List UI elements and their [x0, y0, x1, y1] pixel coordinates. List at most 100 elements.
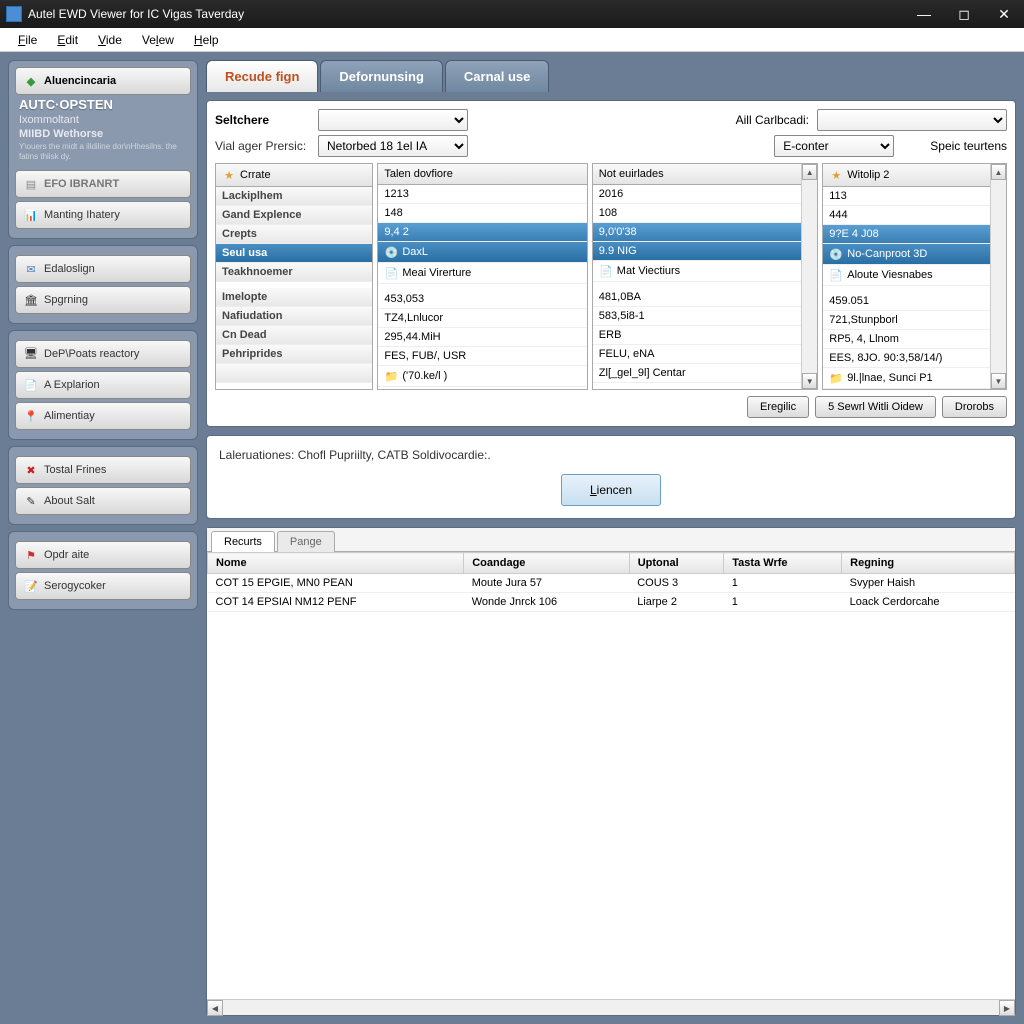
th-coandage[interactable]: Coandage: [464, 553, 629, 574]
monitor-icon: 🖥: [24, 347, 38, 361]
cell[interactable]: 148: [378, 204, 586, 223]
select-vial[interactable]: Netorbed 18 1el IA: [318, 135, 468, 157]
cell[interactable]: 108: [593, 204, 801, 223]
table-row[interactable]: COT 15 EPGIE, MN0 PEAN Moute Jura 57 COU…: [208, 574, 1015, 593]
scroll-right-icon[interactable]: ▶: [999, 1000, 1015, 1016]
sidebar-btn-explarion[interactable]: 📄 A Explarion: [15, 371, 191, 399]
th-nome[interactable]: Nome: [208, 553, 464, 574]
scroll-left-icon[interactable]: ◀: [207, 1000, 223, 1016]
cell[interactable]: 💿No-Canproot 3D: [823, 244, 990, 265]
cell[interactable]: 583,5i8-1: [593, 307, 801, 326]
cell: Liarpe 2: [629, 593, 724, 612]
btn-drorobs[interactable]: Drorobs: [942, 396, 1007, 418]
window-title: Autel EWD Viewer for IC Vigas Taverday: [28, 7, 244, 21]
flag-icon: ⚑: [24, 548, 38, 562]
cell[interactable]: 1213: [378, 185, 586, 204]
sidebar-btn-edaloslign[interactable]: ✉ Edaloslign: [15, 255, 191, 283]
cell[interactable]: 295,44.MiH: [378, 328, 586, 347]
row-label: Imelopte: [216, 288, 372, 307]
cell[interactable]: 721,Stunpborl: [823, 311, 990, 330]
cell[interactable]: ERB: [593, 326, 801, 345]
scroll-down-icon[interactable]: ▼: [991, 373, 1006, 389]
cell[interactable]: 9?E 4 J08: [823, 225, 990, 244]
sidebar-btn-serogycoker[interactable]: 📝 Serogycoker: [15, 572, 191, 600]
info-panel: Laleruationes: Chofl Pupriilty, CATB Sol…: [206, 435, 1016, 519]
tab-pange[interactable]: Pange: [277, 531, 335, 552]
cell[interactable]: 📄Mat Viectiurs: [593, 261, 801, 282]
cell[interactable]: 459.051: [823, 292, 990, 311]
scrollbar[interactable]: ▲ ▼: [801, 164, 817, 389]
cell[interactable]: EES, 8JO. 90:3,58/14/): [823, 349, 990, 368]
tab-recurts[interactable]: Recurts: [211, 531, 275, 552]
sidebar-btn-manting[interactable]: 📊 Manting Ihatery: [15, 201, 191, 229]
row-label: Teakhnoemer: [216, 263, 372, 282]
menu-file[interactable]: File: [8, 31, 47, 49]
select-econter[interactable]: E-conter: [774, 135, 894, 157]
sidebar-btn-spgrning[interactable]: 🏛 Spgrning: [15, 286, 191, 314]
row-label: [216, 364, 372, 383]
maximize-button[interactable]: ◻: [944, 0, 984, 28]
folder-icon: 📁: [829, 371, 843, 385]
menu-vide[interactable]: Vide: [88, 31, 132, 49]
sidebar-btn-about[interactable]: ✎ About Salt: [15, 487, 191, 515]
sidebar-btn-tostal[interactable]: ✖ Tostal Frines: [15, 456, 191, 484]
sidebar-btn-alimentiay[interactable]: 📍 Alimentiay: [15, 402, 191, 430]
cell[interactable]: 📄Meai Virerture: [378, 263, 586, 284]
btn-sewrl[interactable]: 5 Sewrl Witli Oidew: [815, 396, 936, 418]
tab-carnal[interactable]: Carnal use: [445, 60, 549, 92]
tab-recude[interactable]: Recude fign: [206, 60, 318, 92]
tab-defornunsing[interactable]: Defornunsing: [320, 60, 443, 92]
cell[interactable]: 444: [823, 206, 990, 225]
menu-help[interactable]: Help: [184, 31, 229, 49]
h-scrollbar[interactable]: ◀ ▶: [207, 999, 1015, 1015]
sidebar-header-button[interactable]: ◆ Aluencincaria: [15, 67, 191, 95]
select-carlbcadi[interactable]: [817, 109, 1007, 131]
th-uptonal[interactable]: Uptonal: [629, 553, 724, 574]
menu-edit[interactable]: Edit: [47, 31, 88, 49]
minimize-button[interactable]: —: [904, 0, 944, 28]
cell[interactable]: 113: [823, 187, 990, 206]
cell[interactable]: 9.9 NIG: [593, 242, 801, 261]
scroll-up-icon[interactable]: ▲: [802, 164, 817, 180]
disc-icon: 💿: [384, 245, 398, 259]
sidebar-btn-efo[interactable]: ▤ EFO IBRANRT: [15, 170, 191, 198]
cell[interactable]: RP5, 4, Llnom: [823, 330, 990, 349]
cell[interactable]: 2016: [593, 185, 801, 204]
cell[interactable]: TZ4,Lnlucor: [378, 309, 586, 328]
btn-liencen[interactable]: Liencen: [561, 474, 661, 506]
table-row[interactable]: COT 14 EPSIAl NM12 PENF Wonde Jnrck 106 …: [208, 593, 1015, 612]
results-table: Nome Coandage Uptonal Tasta Wrfe Regning…: [207, 552, 1015, 612]
row-label: Seul usa: [216, 244, 372, 263]
cell: COT 15 EPGIE, MN0 PEAN: [208, 574, 464, 593]
cell[interactable]: FELU, eNA: [593, 345, 801, 364]
main-area: Recude fign Defornunsing Carnal use Selt…: [206, 60, 1016, 1016]
btn-eregilic[interactable]: Eregilic: [747, 396, 809, 418]
select-seltchere[interactable]: [318, 109, 468, 131]
scroll-down-icon[interactable]: ▼: [802, 373, 817, 389]
cell[interactable]: 453,053: [378, 290, 586, 309]
chart-icon: 📊: [24, 208, 38, 222]
sidebar-btn-opdr[interactable]: ⚑ Opdr aite: [15, 541, 191, 569]
menu-velew[interactable]: Velew: [132, 31, 184, 49]
scrollbar[interactable]: ▲ ▼: [990, 164, 1006, 389]
scroll-up-icon[interactable]: ▲: [991, 164, 1006, 180]
th-tasta[interactable]: Tasta Wrfe: [724, 553, 842, 574]
close-button[interactable]: ✕: [984, 0, 1024, 28]
cell[interactable]: Zl[_gel_9l] Centar: [593, 364, 801, 383]
sidebar-label: Spgrning: [44, 294, 88, 306]
cell[interactable]: 481,0BA: [593, 288, 801, 307]
sidebar-label: EFO IBRANRT: [44, 178, 119, 190]
cell[interactable]: 📁('70.ke/l ): [378, 366, 586, 387]
cell[interactable]: 📁9l.|lnae, Sunci P1: [823, 368, 990, 389]
sidebar-label: About Salt: [44, 495, 95, 507]
cell[interactable]: 9,4 2: [378, 223, 586, 242]
cell[interactable]: FES, FUB/, USR: [378, 347, 586, 366]
disc-icon: 💿: [829, 247, 843, 261]
sidebar-btn-deppoats[interactable]: 🖥 DeP\Poats reactory: [15, 340, 191, 368]
main-tabs: Recude fign Defornunsing Carnal use: [206, 60, 1016, 92]
cell[interactable]: 💿DaxL: [378, 242, 586, 263]
cell[interactable]: 📄Aloute Viesnabes: [823, 265, 990, 286]
th-regning[interactable]: Regning: [842, 553, 1015, 574]
row-label: Nafiudation: [216, 307, 372, 326]
cell[interactable]: 9,0'0'38: [593, 223, 801, 242]
